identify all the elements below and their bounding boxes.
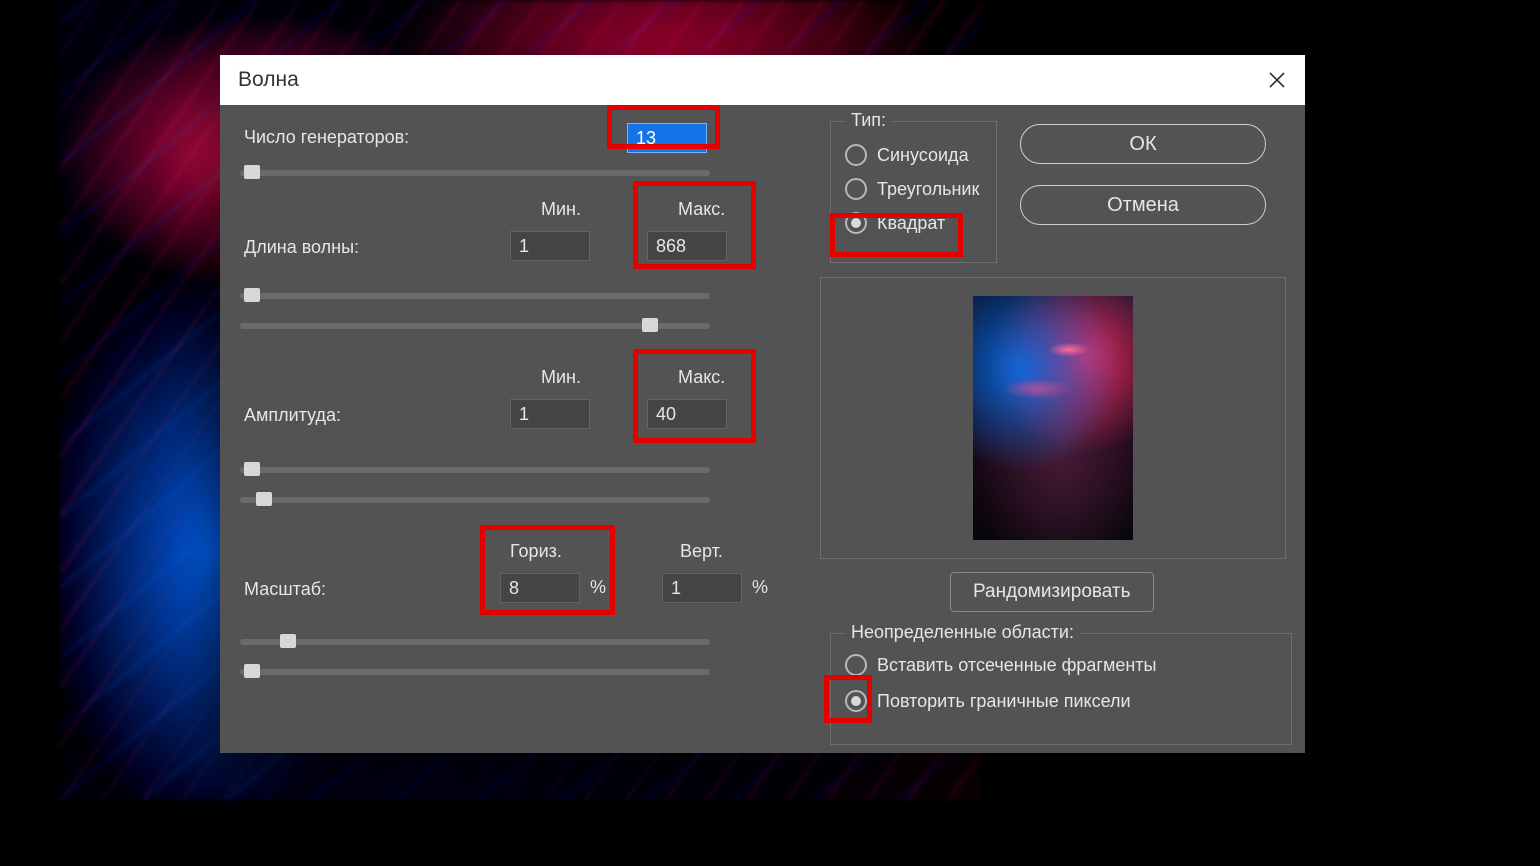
wave-filter-dialog: Волна Число генераторов: Мин. Макс. Длин… [220,55,1305,753]
type-sine-label: Синусоида [877,145,969,166]
type-radio-square[interactable]: Квадрат [845,212,945,234]
radio-icon [845,654,867,676]
undefined-radio-wrap[interactable]: Вставить отсеченные фрагменты [845,654,1157,676]
undefined-radio-repeat[interactable]: Повторить граничные пиксели [845,690,1131,712]
amplitude-max-input[interactable] [647,399,727,429]
ok-button[interactable]: ОК [1020,124,1266,164]
scale-vert-input[interactable] [662,573,742,603]
amplitude-min-input[interactable] [510,399,590,429]
amplitude-label: Амплитуда: [244,405,341,426]
radio-icon [845,178,867,200]
type-radio-triangle[interactable]: Треугольник [845,178,979,200]
wavelength-min-input[interactable] [510,231,590,261]
radio-icon [845,690,867,712]
scale-horiz-header: Гориз. [510,541,562,562]
amplitude-max-header: Макс. [678,367,725,388]
radio-icon [845,144,867,166]
scale-label: Масштаб: [244,579,326,600]
undefined-areas-fieldset: Неопределенные области: Вставить отсечен… [830,633,1292,745]
amplitude-min-header: Мин. [541,367,581,388]
type-square-label: Квадрат [877,213,945,234]
preview-image [973,296,1133,540]
close-icon[interactable] [1267,70,1287,90]
dialog-titlebar: Волна [220,55,1305,105]
wavelength-label: Длина волны: [244,237,359,258]
cancel-button[interactable]: Отмена [1020,185,1266,225]
wavelength-max-header: Макс. [678,199,725,220]
scale-vert-header: Верт. [680,541,723,562]
scale-horiz-unit: % [590,577,606,598]
radio-icon [845,212,867,234]
amplitude-min-slider[interactable] [240,467,710,473]
type-radio-sine[interactable]: Синусоида [845,144,969,166]
randomize-button[interactable]: Рандомизировать [950,572,1154,612]
preview-box [820,277,1286,559]
wavelength-min-header: Мин. [541,199,581,220]
wavelength-max-slider[interactable] [240,323,710,329]
generators-input[interactable] [627,123,707,153]
scale-horiz-slider[interactable] [240,639,710,645]
dialog-title: Волна [238,68,299,92]
scale-horiz-input[interactable] [500,573,580,603]
undefined-wrap-label: Вставить отсеченные фрагменты [877,655,1157,676]
type-legend: Тип: [845,110,892,131]
generators-slider[interactable] [240,170,710,176]
scale-vert-slider[interactable] [240,669,710,675]
wavelength-min-slider[interactable] [240,293,710,299]
undefined-areas-legend: Неопределенные области: [845,622,1080,643]
type-triangle-label: Треугольник [877,179,979,200]
amplitude-max-slider[interactable] [240,497,710,503]
wavelength-max-input[interactable] [647,231,727,261]
generators-label: Число генераторов: [244,127,409,148]
type-fieldset: Тип: Синусоида Треугольник Квадрат [830,121,997,263]
undefined-repeat-label: Повторить граничные пиксели [877,691,1131,712]
scale-vert-unit: % [752,577,768,598]
